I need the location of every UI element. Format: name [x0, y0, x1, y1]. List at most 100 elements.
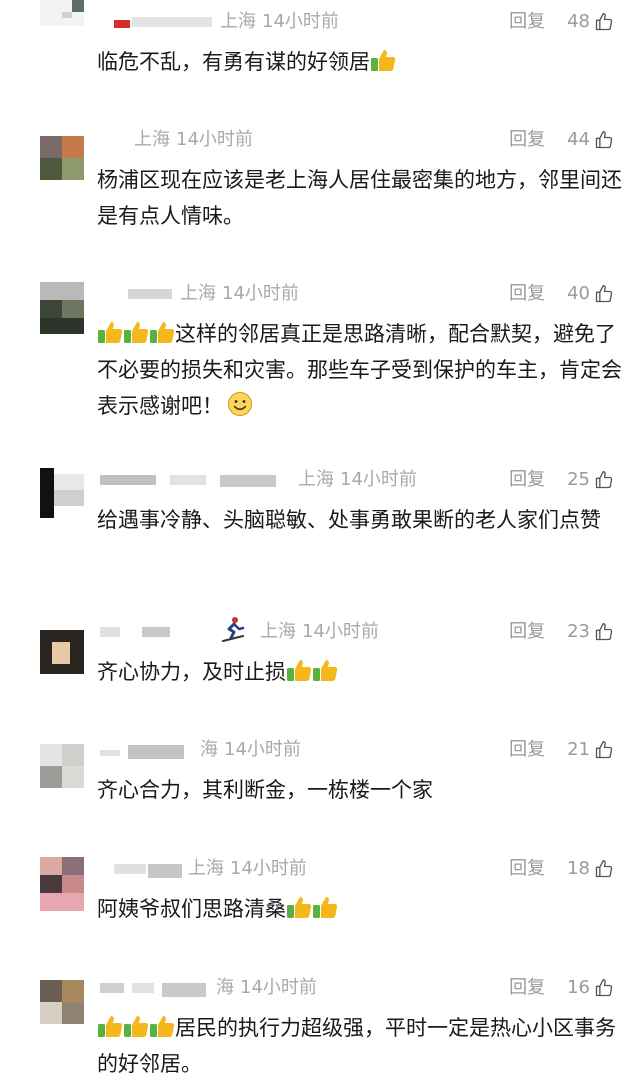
comment-body: 阿姨爷叔们思路清桑 [97, 897, 286, 921]
username[interactable] [100, 627, 120, 637]
timestamp: 14小时前 [240, 977, 317, 998]
comment-item: 上海 14小时前 回复 25 给遇事冷静、头脑聪敏、处事勇敢果断的老人家们点赞 [0, 468, 640, 578]
username[interactable] [114, 864, 146, 874]
avatar[interactable] [40, 857, 84, 911]
like-count: 44 [567, 129, 590, 150]
avatar[interactable] [40, 468, 84, 518]
username[interactable] [162, 983, 206, 997]
username[interactable] [128, 289, 172, 299]
comment-actions: 回复 23 [509, 620, 614, 644]
location-time: 海 14小时前 [200, 738, 301, 762]
thumbs-up-emoji-icon [370, 48, 396, 72]
location: 上海 [188, 858, 224, 879]
comment-meta: 上海 14小时前 [100, 617, 490, 644]
like-count: 48 [567, 11, 590, 32]
thumbs-up-emoji-icon [97, 1014, 123, 1038]
location-time: 上海 14小时前 [134, 128, 253, 152]
thumbs-up-emoji-icon [123, 1014, 149, 1038]
comment-meta: 上海 14小时前 [100, 282, 490, 306]
like-count: 40 [567, 283, 590, 304]
timestamp: 14小时前 [176, 129, 253, 150]
thumbs-up-emoji-icon [149, 320, 175, 344]
comment-meta: 上海 14小时前 [100, 10, 490, 34]
location-time: 上海 14小时前 [220, 10, 339, 34]
location-time: 上海 14小时前 [298, 468, 417, 492]
timestamp: 14小时前 [230, 858, 307, 879]
username[interactable] [132, 983, 154, 993]
location-time: 上海 14小时前 [180, 282, 299, 306]
reply-button[interactable]: 回复 [509, 10, 545, 34]
thumbs-up-outline-icon[interactable] [594, 12, 614, 32]
comment-text: 居民的执行力超级强，平时一定是热心小区事务的好邻居。 [97, 1010, 622, 1082]
reply-button[interactable]: 回复 [509, 857, 545, 881]
location: 上海 [260, 621, 296, 642]
thumbs-up-outline-icon[interactable] [594, 284, 614, 304]
comment-text: 齐心合力，其利断金，一栋楼一个家 [97, 772, 622, 808]
thumbs-up-outline-icon[interactable] [594, 978, 614, 998]
comment-item: 海 14小时前 回复 21 齐心合力，其利断金，一栋楼一个家 [0, 738, 640, 818]
like-count: 23 [567, 621, 590, 642]
comment-meta: 上海 14小时前 [100, 128, 490, 152]
thumbs-up-outline-icon[interactable] [594, 130, 614, 150]
thumbs-up-outline-icon[interactable] [594, 470, 614, 490]
username[interactable] [100, 475, 156, 485]
comment-body: 齐心合力，其利断金，一栋楼一个家 [97, 778, 433, 802]
like-count: 18 [567, 858, 590, 879]
thumbs-up-emoji-icon [123, 320, 149, 344]
comment-actions: 回复 21 [509, 738, 614, 762]
username[interactable] [142, 627, 170, 637]
username[interactable] [100, 750, 120, 756]
thumbs-up-outline-icon[interactable] [594, 622, 614, 642]
comment-item: 上海 14小时前 回复 44 杨浦区现在应该是老上海人居住最密集的地方，邻里间还是… [0, 128, 640, 238]
skier-icon [220, 616, 246, 644]
comment-item: 海 14小时前 回复 16 居民的执行力超级强，平时一定是热心小区事务的好邻居。 [0, 976, 640, 1082]
reply-button[interactable]: 回复 [509, 128, 545, 152]
comment-meta: 海 14小时前 [100, 976, 490, 1000]
reply-button[interactable]: 回复 [509, 282, 545, 306]
thumbs-up-emoji-icon [286, 658, 312, 682]
comment-item: 上海 14小时前 回复 40 这样的邻居真正是思路清晰，配合默契，避免了不必要的损… [0, 282, 640, 432]
timestamp: 14小时前 [340, 469, 417, 490]
location: 海 [216, 977, 234, 998]
location: 海 [200, 739, 218, 760]
username[interactable] [220, 475, 276, 487]
username[interactable] [148, 864, 182, 878]
avatar[interactable] [40, 0, 84, 26]
comment-item: 上海 14小时前 回复 48 临危不乱，有勇有谋的好领居 [0, 0, 640, 80]
thumbs-up-outline-icon[interactable] [594, 859, 614, 879]
reply-button[interactable]: 回复 [509, 976, 545, 1000]
avatar[interactable] [40, 980, 84, 1024]
avatar[interactable] [40, 630, 84, 674]
comment-actions: 回复 48 [509, 10, 614, 34]
reply-button[interactable]: 回复 [509, 620, 545, 644]
location: 上海 [134, 129, 170, 150]
location: 上海 [298, 469, 334, 490]
reply-button[interactable]: 回复 [509, 468, 545, 492]
thumbs-up-outline-icon[interactable] [594, 740, 614, 760]
comment-item: 上海 14小时前 回复 18 阿姨爷叔们思路清桑 [0, 857, 640, 937]
like-count: 16 [567, 977, 590, 998]
comment-text: 齐心协力，及时止损 [97, 654, 622, 690]
comment-text: 临危不乱，有勇有谋的好领居 [97, 44, 622, 80]
avatar[interactable] [40, 282, 84, 334]
avatar[interactable] [40, 136, 84, 180]
like-count: 25 [567, 469, 590, 490]
comment-body: 给遇事冷静、头脑聪敏、处事勇敢果断的老人家们点赞 [97, 508, 601, 532]
username[interactable] [128, 745, 184, 759]
timestamp: 14小时前 [262, 11, 339, 32]
comment-meta: 上海 14小时前 [100, 468, 490, 492]
username[interactable] [170, 475, 206, 485]
username[interactable] [100, 983, 124, 993]
comment-item: 上海 14小时前 回复 23 齐心协力，及时止损 [0, 617, 640, 700]
comment-body: 齐心协力，及时止损 [97, 660, 286, 684]
comment-actions: 回复 16 [509, 976, 614, 1000]
avatar[interactable] [40, 744, 84, 788]
username[interactable] [132, 17, 212, 27]
username[interactable] [114, 20, 130, 28]
timestamp: 14小时前 [302, 621, 379, 642]
comment-body: 这样的邻居真正是思路清晰，配合默契，避免了不必要的损失和灾害。那些车子受到保护的… [97, 322, 622, 418]
reply-button[interactable]: 回复 [509, 738, 545, 762]
comment-actions: 回复 25 [509, 468, 614, 492]
comment-body: 杨浦区现在应该是老上海人居住最密集的地方，邻里间还是有点人情味。 [97, 168, 622, 228]
like-count: 21 [567, 739, 590, 760]
